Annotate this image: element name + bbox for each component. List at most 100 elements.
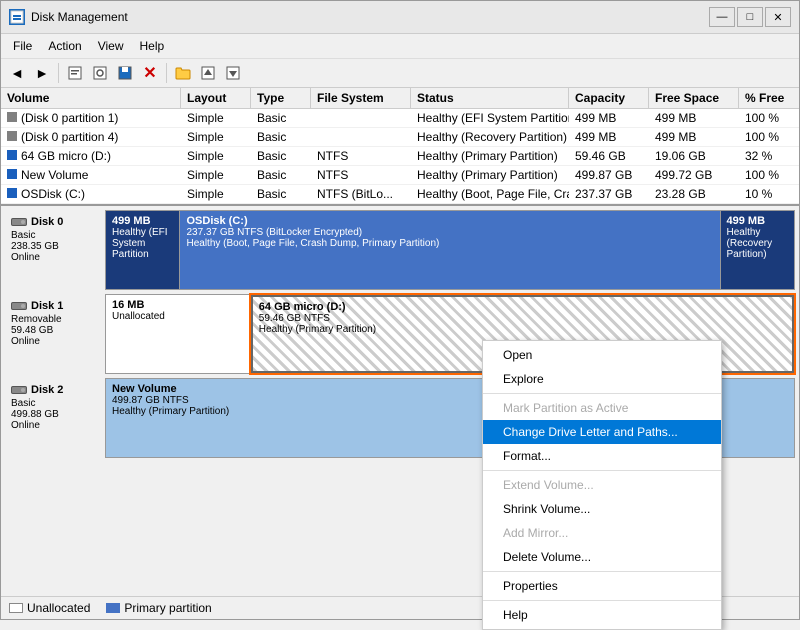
cell-capacity: 499.87 GB bbox=[569, 166, 649, 184]
cell-status: Healthy (Primary Partition) bbox=[411, 166, 569, 184]
cell-capacity: 59.46 GB bbox=[569, 147, 649, 165]
ctx-item-shrink-volume-[interactable]: Shrink Volume... bbox=[483, 497, 721, 521]
disk-size: 238.35 GB bbox=[11, 241, 99, 252]
col-pctfree[interactable]: % Free bbox=[739, 88, 799, 108]
back-button[interactable]: ◄ bbox=[5, 62, 29, 84]
ctx-separator-11 bbox=[483, 571, 721, 572]
toolbar-sep-1 bbox=[58, 63, 59, 83]
col-status[interactable]: Status bbox=[411, 88, 569, 108]
ctx-item-help[interactable]: Help bbox=[483, 603, 721, 627]
partition-name: 16 MB bbox=[112, 299, 244, 311]
cell-free: 499 MB bbox=[649, 128, 739, 146]
disk-label-0: Disk 0 Basic 238.35 GB Online bbox=[5, 210, 105, 290]
table-row[interactable]: New Volume Simple Basic NTFS Healthy (Pr… bbox=[1, 166, 799, 185]
col-layout[interactable]: Layout bbox=[181, 88, 251, 108]
legend-unallocated: Unallocated bbox=[9, 601, 90, 615]
disk-type: Basic bbox=[11, 398, 99, 409]
table-row[interactable]: (Disk 0 partition 1) Simple Basic Health… bbox=[1, 109, 799, 128]
save-button[interactable] bbox=[113, 62, 137, 84]
forward-button[interactable]: ► bbox=[30, 62, 54, 84]
cell-status: Healthy (Boot, Page File, Crash Dump, Pr… bbox=[411, 185, 569, 203]
partition-info: Healthy (EFI System Partition bbox=[112, 227, 173, 260]
partition-0-2[interactable]: 499 MBHealthy (Recovery Partition) bbox=[721, 211, 794, 289]
ctx-item-change-drive-letter-and-paths-[interactable]: Change Drive Letter and Paths... bbox=[483, 420, 721, 444]
settings-button[interactable] bbox=[88, 62, 112, 84]
col-freespace[interactable]: Free Space bbox=[649, 88, 739, 108]
disk-type: Removable bbox=[11, 314, 99, 325]
table-row[interactable]: OSDisk (C:) Simple Basic NTFS (BitLo... … bbox=[1, 185, 799, 204]
partition-name: 499 MB bbox=[727, 215, 788, 227]
menu-file[interactable]: File bbox=[5, 36, 40, 56]
disk-icon bbox=[11, 216, 27, 228]
cell-fs bbox=[311, 109, 411, 127]
cell-layout: Simple bbox=[181, 185, 251, 203]
toolbar-sep-2 bbox=[166, 63, 167, 83]
down-button[interactable] bbox=[221, 62, 245, 84]
partition-info: Healthy (Boot, Page File, Crash Dump, Pr… bbox=[186, 238, 713, 249]
cell-capacity: 499 MB bbox=[569, 128, 649, 146]
toolbar: ◄ ► ✕ bbox=[1, 59, 799, 88]
disk-type: Basic bbox=[11, 230, 99, 241]
cell-status: Healthy (Primary Partition) bbox=[411, 147, 569, 165]
cell-layout: Simple bbox=[181, 109, 251, 127]
disk-status: Online bbox=[11, 252, 99, 263]
col-capacity[interactable]: Capacity bbox=[569, 88, 649, 108]
partition-name: 499 MB bbox=[112, 215, 173, 227]
disk-id: Disk 0 bbox=[31, 216, 63, 228]
cell-type: Basic bbox=[251, 128, 311, 146]
table-row[interactable]: (Disk 0 partition 4) Simple Basic Health… bbox=[1, 128, 799, 147]
partition-name: OSDisk (C:) bbox=[186, 215, 713, 227]
cell-capacity: 237.37 GB bbox=[569, 185, 649, 203]
disk-status: Online bbox=[11, 420, 99, 431]
delete-button[interactable]: ✕ bbox=[138, 62, 162, 84]
disk-size: 59.48 GB bbox=[11, 325, 99, 336]
folder-button[interactable] bbox=[171, 62, 195, 84]
legend-unallocated-label: Unallocated bbox=[27, 601, 90, 615]
legend-unallocated-icon bbox=[9, 603, 23, 613]
partition-1-0[interactable]: 16 MBUnallocated bbox=[106, 295, 251, 373]
partition-size: 237.37 GB NTFS (BitLocker Encrypted) bbox=[186, 227, 713, 238]
ctx-item-explore[interactable]: Explore bbox=[483, 367, 721, 391]
ctx-item-format-[interactable]: Format... bbox=[483, 444, 721, 468]
cell-fs: NTFS bbox=[311, 147, 411, 165]
app-icon bbox=[9, 9, 25, 25]
cell-pct: 10 % bbox=[739, 185, 799, 203]
menu-view[interactable]: View bbox=[90, 36, 132, 56]
table-row[interactable]: 64 GB micro (D:) Simple Basic NTFS Healt… bbox=[1, 147, 799, 166]
col-type[interactable]: Type bbox=[251, 88, 311, 108]
ctx-item-properties[interactable]: Properties bbox=[483, 574, 721, 598]
col-volume[interactable]: Volume bbox=[1, 88, 181, 108]
cell-volume: 64 GB micro (D:) bbox=[1, 147, 181, 165]
disk-icon bbox=[11, 300, 27, 312]
disk-id: Disk 1 bbox=[31, 300, 63, 312]
properties-button[interactable] bbox=[63, 62, 87, 84]
minimize-button[interactable]: — bbox=[709, 7, 735, 27]
disk-label-1: Disk 1 Removable 59.48 GB Online bbox=[5, 294, 105, 374]
ctx-item-add-mirror-: Add Mirror... bbox=[483, 521, 721, 545]
title-bar: Disk Management — □ ✕ bbox=[1, 1, 799, 34]
context-menu: OpenExploreMark Partition as ActiveChang… bbox=[482, 340, 722, 630]
menu-help[interactable]: Help bbox=[132, 36, 173, 56]
ctx-item-delete-volume-[interactable]: Delete Volume... bbox=[483, 545, 721, 569]
menu-bar: File Action View Help bbox=[1, 34, 799, 59]
partition-0-0[interactable]: 499 MBHealthy (EFI System Partition bbox=[106, 211, 180, 289]
col-filesystem[interactable]: File System bbox=[311, 88, 411, 108]
cell-type: Basic bbox=[251, 147, 311, 165]
cell-volume: New Volume bbox=[1, 166, 181, 184]
cell-volume: (Disk 0 partition 1) bbox=[1, 109, 181, 127]
close-button[interactable]: ✕ bbox=[765, 7, 791, 27]
maximize-button[interactable]: □ bbox=[737, 7, 763, 27]
partition-0-1[interactable]: OSDisk (C:)237.37 GB NTFS (BitLocker Enc… bbox=[180, 211, 720, 289]
cell-capacity: 499 MB bbox=[569, 109, 649, 127]
disk-status: Online bbox=[11, 336, 99, 347]
ctx-item-open[interactable]: Open bbox=[483, 343, 721, 367]
window-controls: — □ ✕ bbox=[709, 7, 791, 27]
menu-action[interactable]: Action bbox=[40, 36, 89, 56]
up-button[interactable] bbox=[196, 62, 220, 84]
cell-status: Healthy (EFI System Partition) bbox=[411, 109, 569, 127]
cell-fs: NTFS bbox=[311, 166, 411, 184]
cell-fs: NTFS (BitLo... bbox=[311, 185, 411, 203]
disk-label-2: Disk 2 Basic 499.88 GB Online bbox=[5, 378, 105, 458]
legend-primary-icon bbox=[106, 603, 120, 613]
partition-info: Healthy (Recovery Partition) bbox=[727, 227, 788, 260]
